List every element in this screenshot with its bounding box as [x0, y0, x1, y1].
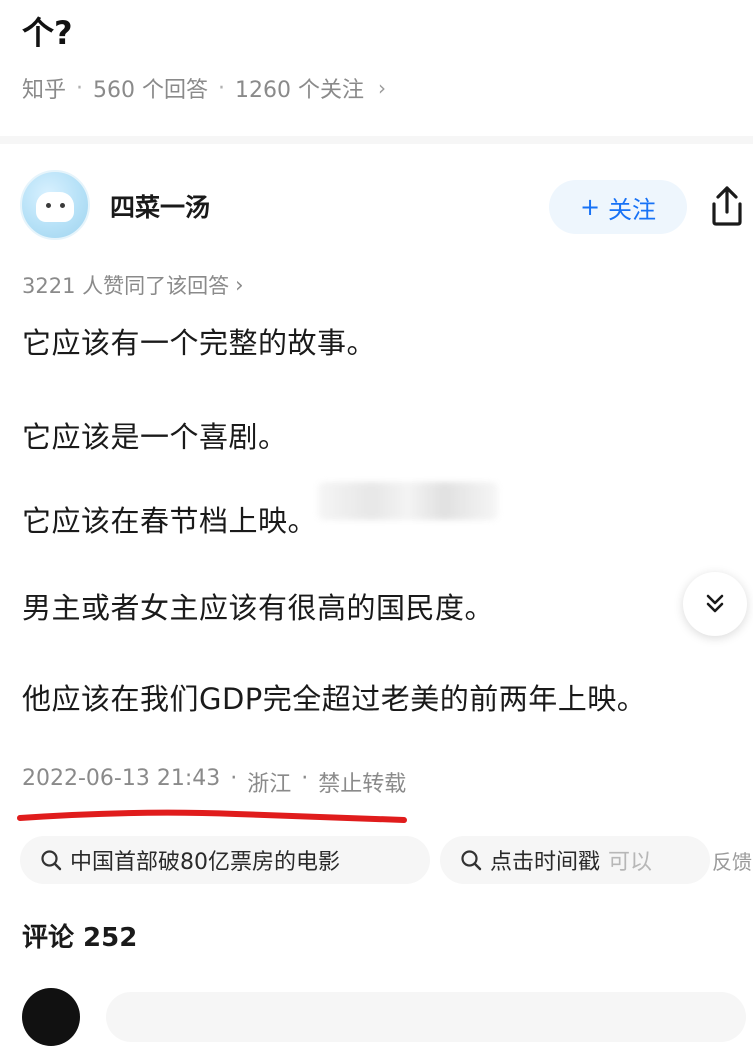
- timestamp[interactable]: 2022-06-13 21:43: [22, 766, 220, 798]
- agree-count[interactable]: 3221 人赞同了该回答 ›: [22, 270, 244, 300]
- separator-dot: ·: [230, 766, 238, 791]
- search-chip-label: 中国首部破80亿票房的电影: [70, 850, 340, 875]
- separator-dot: ·: [218, 75, 226, 101]
- share-icon[interactable]: [707, 184, 747, 228]
- comments-heading: 评论 252: [22, 923, 138, 953]
- section-divider: [0, 136, 753, 144]
- search-icon: [41, 850, 62, 871]
- answer-paragraph: 他应该在我们GDP完全超过老美的前两年上映。: [22, 682, 647, 716]
- question-title[interactable]: 个?: [22, 8, 73, 54]
- follower-count: 1260 个关注: [235, 78, 364, 103]
- answer-paragraph: 它应该是一个喜剧。: [22, 420, 288, 454]
- chevron-right-icon: ›: [235, 273, 244, 297]
- avatar-figure: [36, 192, 74, 222]
- comment-input[interactable]: [106, 992, 746, 1042]
- separator-dot: ·: [76, 75, 84, 101]
- answer-meta: 2022-06-13 21:43 · 浙江 · 禁止转载: [22, 766, 406, 798]
- search-icon: [461, 850, 482, 871]
- question-meta[interactable]: 知乎 · 560 个回答 · 1260 个关注 ›: [22, 72, 386, 104]
- search-chip-label-faded: 可以: [608, 850, 653, 875]
- avatar-eye: [60, 203, 65, 208]
- search-chip[interactable]: 中国首部破80亿票房的电影: [20, 836, 430, 884]
- answer-paragraph: 它应该有一个完整的故事。: [22, 326, 377, 360]
- location: 浙江: [247, 772, 292, 797]
- follow-button[interactable]: + 关注: [549, 180, 687, 234]
- copyright-notice: 禁止转载: [318, 772, 407, 797]
- answer-paragraph: 男主或者女主应该有很高的国民度。: [22, 591, 495, 625]
- commenter-avatar: [22, 988, 80, 1046]
- agree-text: 3221 人赞同了该回答: [22, 274, 230, 298]
- avatar-eye: [46, 203, 51, 208]
- chevron-right-icon: ›: [378, 76, 386, 100]
- separator-dot: ·: [301, 766, 309, 791]
- red-annotation-underline: [17, 809, 407, 823]
- answer-count: 560 个回答: [93, 78, 209, 103]
- search-chip[interactable]: 点击时间戳 可以: [440, 836, 710, 884]
- follow-label: 关注: [608, 195, 657, 224]
- search-chip-label: 点击时间戳: [490, 850, 601, 875]
- source-label: 知乎: [22, 78, 67, 103]
- expand-button[interactable]: [683, 572, 747, 636]
- answer-paragraph: 它应该在春节档上映。: [22, 504, 318, 538]
- plus-icon: +: [579, 193, 601, 221]
- author-name[interactable]: 四菜一汤: [110, 188, 210, 224]
- author-avatar[interactable]: [20, 170, 90, 240]
- double-chevron-down-icon: [706, 594, 724, 613]
- feedback-link[interactable]: 反馈: [712, 846, 752, 875]
- blurred-watermark: [318, 482, 498, 520]
